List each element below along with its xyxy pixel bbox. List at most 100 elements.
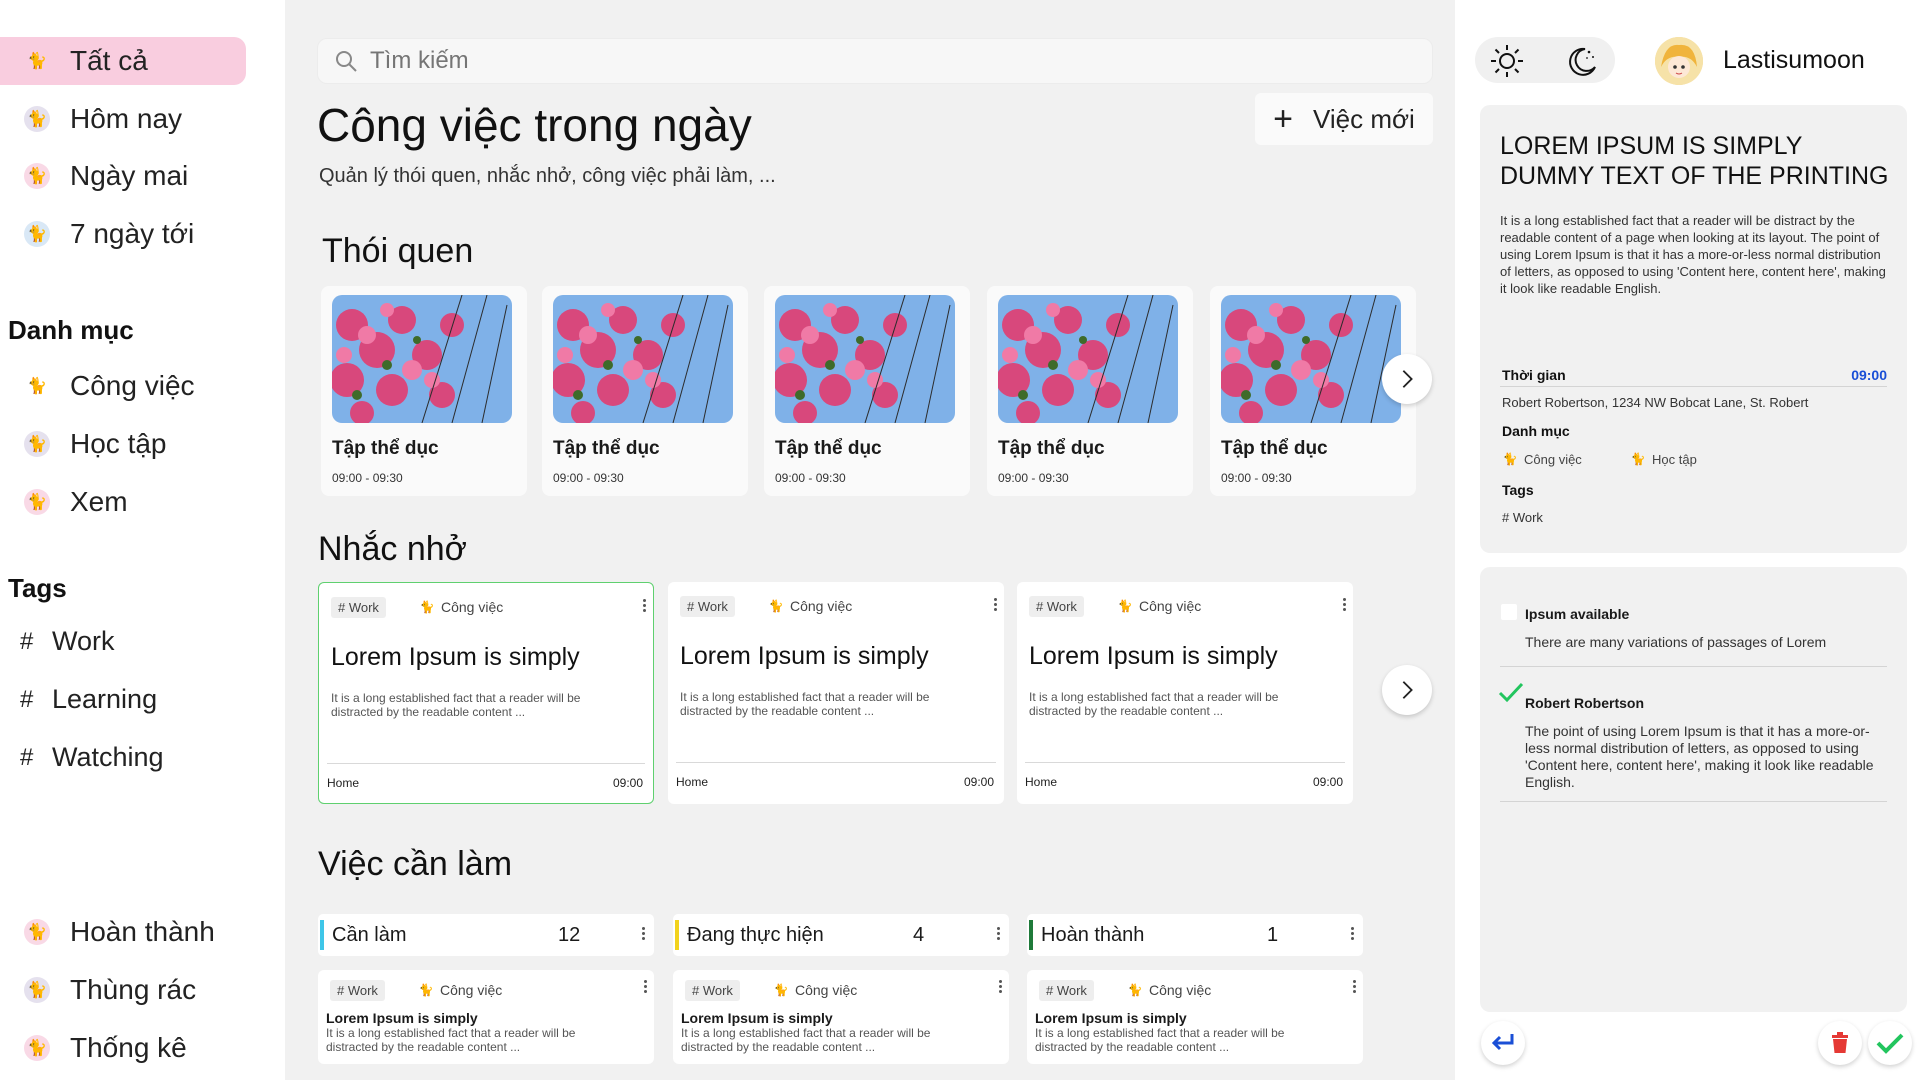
task-card[interactable]: # Work 🐈 Công việc Lorem Ipsum is simply …: [318, 970, 654, 1064]
time-label: Thời gian: [1502, 367, 1566, 383]
category-watch[interactable]: 🐈 Xem: [0, 478, 246, 526]
hash-icon: #: [20, 627, 34, 655]
tags-label: Tags: [1502, 482, 1534, 498]
checkmark-icon[interactable]: [1498, 682, 1524, 704]
category-value: Công việc: [1524, 451, 1582, 467]
tag-label: Watching: [52, 742, 164, 772]
task-desc: It is a long established fact that a rea…: [1035, 1026, 1285, 1054]
more-menu-icon[interactable]: [640, 925, 646, 945]
divider: [1500, 386, 1887, 387]
subtask-desc: The point of using Lorem Ipsum is that i…: [1525, 723, 1874, 790]
new-task-button[interactable]: + Việc mới: [1255, 93, 1433, 145]
more-menu-icon[interactable]: [1341, 596, 1347, 616]
nav-statistics[interactable]: 🐈 Thống kê: [0, 1024, 246, 1072]
flower-image: [553, 295, 733, 423]
cat-icon: 🐈: [1502, 452, 1518, 466]
nav-trash[interactable]: 🐈 Thùng rác: [0, 966, 246, 1014]
reminders-next-button[interactable]: [1382, 665, 1432, 715]
reminder-time: 09:00: [963, 775, 994, 789]
search-bar[interactable]: [317, 38, 1433, 84]
more-menu-icon[interactable]: [1349, 925, 1355, 945]
habit-time: 09:00 - 09:30: [998, 471, 1069, 485]
cat-icon: 🐈: [27, 378, 47, 395]
cat-icon: 🐈: [24, 163, 50, 189]
delete-button[interactable]: [1818, 1021, 1862, 1065]
habit-card[interactable]: Tập thể dục 09:00 - 09:30: [764, 286, 970, 496]
category-label: Xem: [70, 486, 128, 517]
tag-work[interactable]: # Work: [20, 626, 115, 657]
nav-all[interactable]: 🐈 Tất cả: [0, 37, 246, 85]
reminder-desc: It is a long established fact that a rea…: [1029, 690, 1279, 718]
back-button[interactable]: [1481, 1021, 1525, 1065]
more-menu-icon[interactable]: [642, 978, 648, 998]
habit-time: 09:00 - 09:30: [553, 471, 624, 485]
hash-icon: #: [20, 743, 34, 771]
reminder-card[interactable]: # Work 🐈 Công việc Lorem Ipsum is simply …: [1017, 582, 1353, 804]
subtask-title: Robert Robertson: [1525, 695, 1644, 711]
category-label: Công việc: [1149, 982, 1212, 998]
checkbox[interactable]: [1501, 604, 1517, 620]
confirm-button[interactable]: [1868, 1021, 1912, 1065]
reminder-card[interactable]: # Work 🐈 Công việc Lorem Ipsum is simply …: [318, 582, 654, 804]
habit-card[interactable]: Tập thể dục 09:00 - 09:30: [987, 286, 1193, 496]
search-input[interactable]: [370, 47, 1270, 75]
more-menu-icon[interactable]: [1351, 978, 1357, 998]
habits-next-button[interactable]: [1382, 354, 1432, 404]
habit-title: Tập thể dục: [553, 438, 660, 459]
categories-heading: Danh mục: [8, 315, 134, 345]
nav-tomorrow[interactable]: 🐈 Ngày mai: [0, 152, 246, 200]
column-header-todo[interactable]: Cần làm 12: [318, 914, 654, 956]
category-chip: 🐈 Công việc: [1117, 598, 1202, 614]
theme-toggle[interactable]: [1475, 37, 1615, 83]
nav-label: 7 ngày tới: [70, 218, 195, 249]
tag-chip: # Work: [330, 980, 385, 1001]
page-title: Công việc trong ngày: [317, 99, 752, 151]
habit-card[interactable]: Tập thể dục 09:00 - 09:30: [542, 286, 748, 496]
reminder-desc: It is a long established fact that a rea…: [331, 691, 581, 719]
habit-title: Tập thể dục: [1221, 438, 1328, 459]
category-label: Công việc: [1139, 598, 1202, 614]
divider: [676, 762, 996, 763]
cat-icon: 🐈: [24, 1035, 50, 1061]
habit-time: 09:00 - 09:30: [1221, 471, 1292, 485]
nav-label: Ngày mai: [70, 160, 189, 191]
task-desc: It is a long established fact that a rea…: [681, 1026, 931, 1054]
task-title: Lorem Ipsum is simply: [681, 1010, 833, 1026]
moon-icon[interactable]: [1563, 43, 1599, 79]
more-menu-icon[interactable]: [992, 596, 998, 616]
category-label: Công việc: [795, 982, 858, 998]
tag-watching[interactable]: # Watching: [20, 742, 164, 773]
more-menu-icon[interactable]: [641, 597, 647, 617]
more-menu-icon[interactable]: [995, 925, 1001, 945]
nav-next-7-days[interactable]: 🐈 7 ngày tới: [0, 210, 246, 258]
task-title: Lorem Ipsum is simply: [326, 1010, 478, 1026]
sun-icon[interactable]: [1489, 43, 1525, 79]
divider: [327, 763, 645, 764]
avatar[interactable]: [1655, 37, 1703, 85]
username: Lastisumoon: [1723, 46, 1865, 74]
task-card[interactable]: # Work 🐈 Công việc Lorem Ipsum is simply …: [1027, 970, 1363, 1064]
reminder-time: 09:00: [612, 776, 643, 790]
cat-icon: 🐈: [773, 983, 789, 997]
reminder-card[interactable]: # Work 🐈 Công việc Lorem Ipsum is simply …: [668, 582, 1004, 804]
category-study[interactable]: 🐈 Học tập: [0, 420, 246, 468]
task-card[interactable]: # Work 🐈 Công việc Lorem Ipsum is simply …: [673, 970, 1009, 1064]
main-panel: Công việc trong ngày Quản lý thói quen, …: [285, 0, 1455, 1080]
reminder-title: Lorem Ipsum is simply: [680, 642, 929, 670]
tag-learning[interactable]: # Learning: [20, 684, 157, 715]
cat-icon: 🐈: [27, 53, 47, 70]
more-menu-icon[interactable]: [997, 978, 1003, 998]
flower-image: [775, 295, 955, 423]
category-value: Học tập: [1652, 451, 1697, 467]
category-work[interactable]: 🐈 Công việc: [0, 362, 246, 410]
detail-title: LOREM IPSUM IS SIMPLY DUMMY TEXT OF THE …: [1500, 132, 1889, 190]
column-header-done[interactable]: Hoàn thành 1: [1027, 914, 1363, 956]
category-chip: 🐈 Công việc: [773, 982, 858, 998]
nav-today[interactable]: 🐈 Hôm nay: [0, 95, 246, 143]
habit-card[interactable]: Tập thể dục 09:00 - 09:30: [321, 286, 527, 496]
checkmark-icon: [1876, 1033, 1904, 1054]
tag-chip: # Work: [1029, 596, 1084, 617]
category-label: Danh mục: [1502, 423, 1570, 439]
column-header-in-progress[interactable]: Đang thực hiện 4: [673, 914, 1009, 956]
nav-completed[interactable]: 🐈 Hoàn thành: [0, 908, 246, 956]
